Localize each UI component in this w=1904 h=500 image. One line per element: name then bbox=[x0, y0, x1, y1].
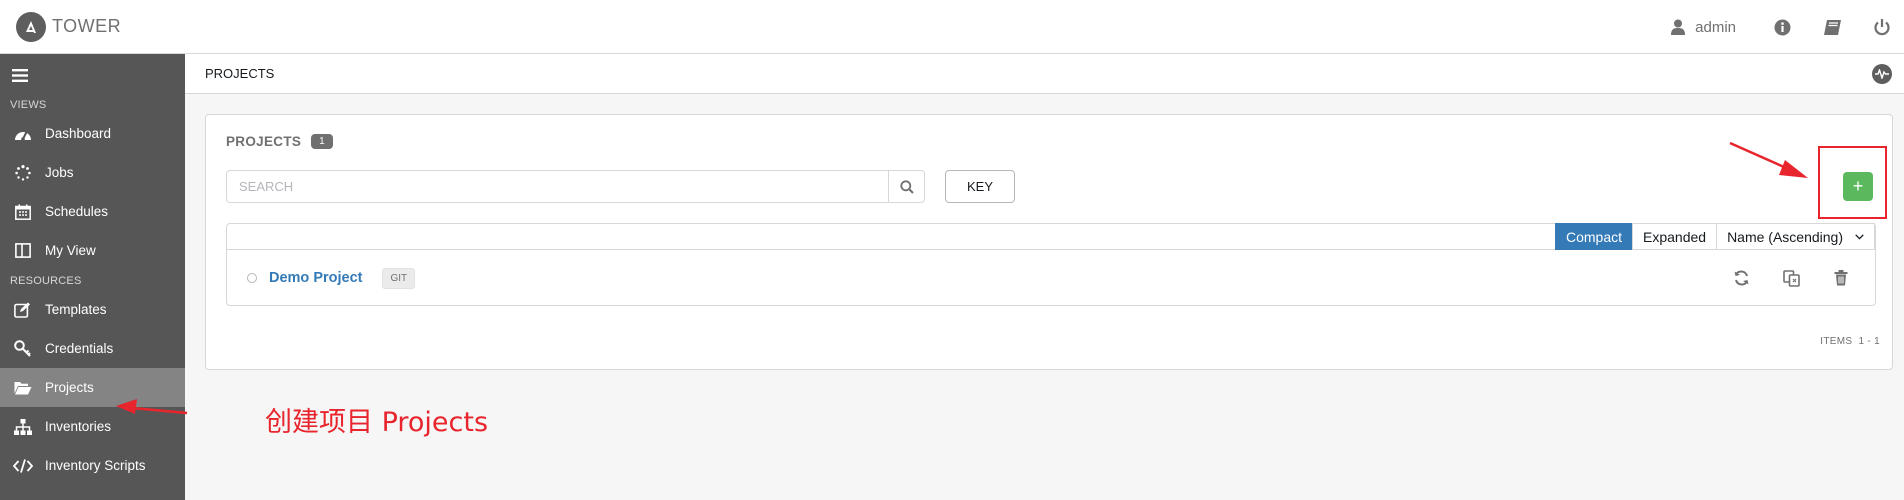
trash-icon[interactable] bbox=[1831, 268, 1851, 288]
sync-icon[interactable] bbox=[1731, 268, 1751, 288]
count-badge: 1 bbox=[311, 134, 333, 149]
sidebar-item-label: Inventories bbox=[45, 419, 112, 434]
project-name-link[interactable]: Demo Project bbox=[269, 270, 362, 286]
chevron-down-icon bbox=[1855, 233, 1864, 240]
sidebar-item-dashboard[interactable]: Dashboard bbox=[0, 114, 185, 153]
items-count: ITEMS 1 - 1 bbox=[1820, 336, 1880, 347]
sidebar-item-my-view[interactable]: My View bbox=[0, 231, 185, 270]
sidebar-item-label: Credentials bbox=[45, 341, 114, 356]
edit-icon bbox=[0, 302, 45, 318]
items-range: 1 - 1 bbox=[1858, 336, 1880, 347]
code-icon bbox=[0, 458, 45, 473]
search-box bbox=[226, 170, 925, 203]
sidebar-item-inventories[interactable]: Inventories bbox=[0, 407, 185, 446]
key-icon bbox=[0, 340, 45, 357]
spinner-icon bbox=[0, 164, 45, 181]
sidebar-item-label: Templates bbox=[45, 302, 107, 317]
sidebar-item-schedules[interactable]: Schedules bbox=[0, 192, 185, 231]
columns-icon bbox=[0, 243, 45, 258]
scm-type-tag: GIT bbox=[382, 267, 416, 289]
top-navbar: TOWER admin bbox=[0, 0, 1904, 54]
panel-title: PROJECTS bbox=[226, 134, 302, 149]
expanded-view-button[interactable]: Expanded bbox=[1632, 223, 1718, 250]
breadcrumb[interactable]: PROJECTS bbox=[205, 66, 274, 81]
book-icon[interactable] bbox=[1822, 17, 1842, 37]
compact-view-button[interactable]: Compact bbox=[1554, 223, 1633, 250]
ansible-logo-icon bbox=[16, 11, 46, 42]
sidebar-item-inventory-scripts[interactable]: Inventory Scripts bbox=[0, 446, 185, 485]
sidebar-item-projects[interactable]: Projects bbox=[0, 368, 185, 407]
sort-label: Name (Ascending) bbox=[1727, 228, 1843, 245]
user-icon bbox=[1671, 19, 1686, 35]
status-icon bbox=[247, 273, 257, 283]
breadcrumb-bar: PROJECTS bbox=[185, 54, 1904, 94]
highlight-box bbox=[1818, 146, 1887, 219]
sidebar-section-resources: RESOURCES bbox=[10, 275, 82, 287]
app-name: TOWER bbox=[52, 16, 122, 36]
dashboard-icon bbox=[0, 127, 45, 141]
annotation-text: 创建项目 Projects bbox=[265, 407, 489, 438]
info-icon[interactable] bbox=[1772, 17, 1792, 37]
copy-icon[interactable] bbox=[1781, 268, 1801, 288]
sidebar-section-views: VIEWS bbox=[10, 99, 47, 111]
sidebar-item-templates[interactable]: Templates bbox=[0, 290, 185, 329]
sidebar-item-label: My View bbox=[45, 243, 96, 258]
sidebar-item-label: Dashboard bbox=[45, 126, 112, 141]
sidebar-item-label: Schedules bbox=[45, 204, 109, 219]
sidebar-item-jobs[interactable]: Jobs bbox=[0, 153, 185, 192]
search-input[interactable] bbox=[227, 171, 888, 202]
view-controls: Compact Expanded Name (Ascending) bbox=[1554, 223, 1875, 250]
power-icon[interactable] bbox=[1872, 17, 1892, 37]
hamburger-menu-icon[interactable] bbox=[0, 54, 185, 96]
calendar-icon bbox=[0, 204, 45, 220]
sidebar: VIEWS Dashboard Jobs Schedules My View R… bbox=[0, 54, 185, 500]
username: admin bbox=[1695, 18, 1736, 36]
sidebar-item-label: Jobs bbox=[45, 165, 74, 180]
folder-open-icon bbox=[0, 381, 45, 395]
sidebar-item-label: Projects bbox=[45, 380, 94, 395]
items-label: ITEMS bbox=[1820, 336, 1853, 347]
activity-stream-icon[interactable] bbox=[1872, 64, 1892, 84]
sidebar-item-credentials[interactable]: Credentials bbox=[0, 329, 185, 368]
sidebar-item-label: Inventory Scripts bbox=[45, 458, 146, 473]
key-button[interactable]: KEY bbox=[945, 170, 1015, 203]
list-toolbar: Compact Expanded Name (Ascending) bbox=[227, 223, 1875, 250]
panel-header: PROJECTS 1 bbox=[226, 134, 333, 149]
list-item: Demo Project GIT bbox=[227, 250, 1875, 306]
projects-panel: PROJECTS 1 KEY + Compact Expanded Name (… bbox=[205, 114, 1893, 370]
user-menu[interactable]: admin bbox=[1671, 19, 1736, 36]
projects-list: Compact Expanded Name (Ascending) Demo P… bbox=[226, 223, 1876, 306]
brand[interactable]: TOWER bbox=[16, 11, 122, 42]
row-actions bbox=[1701, 268, 1851, 288]
search-icon bbox=[899, 179, 914, 194]
search-button[interactable] bbox=[888, 171, 924, 202]
sort-dropdown[interactable]: Name (Ascending) bbox=[1716, 223, 1875, 250]
sitemap-icon bbox=[0, 418, 45, 435]
